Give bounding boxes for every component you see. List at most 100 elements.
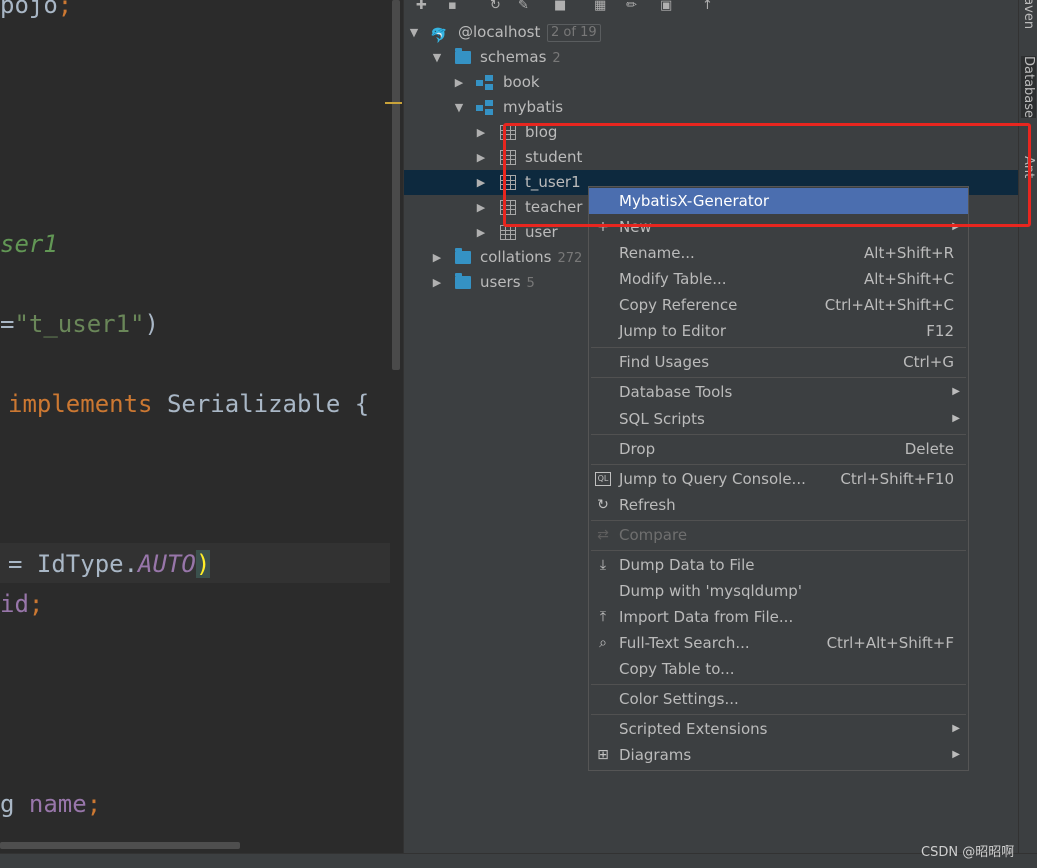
menu-item-rename[interactable]: Rename... Alt+Shift+R xyxy=(589,240,968,266)
filter-icon[interactable]: ↑ xyxy=(702,0,713,12)
menu-item-label: Copy Table to... xyxy=(619,660,735,678)
annotation-highlight-box xyxy=(503,123,1031,227)
schema-icon xyxy=(476,75,494,91)
mybatis-label: mybatis xyxy=(503,98,564,116)
code-line: implements Serializable { xyxy=(8,390,370,418)
chevron-right-icon[interactable]: ▶ xyxy=(475,195,487,220)
status-bar xyxy=(0,853,1037,868)
menu-item-find-usages[interactable]: Find Usages Ctrl+G xyxy=(589,349,968,375)
chevron-right-icon[interactable]: ▶ xyxy=(475,220,487,245)
menu-item-scripted-extensions[interactable]: Scripted Extensions ▶ xyxy=(589,716,968,742)
search-icon: ⌕ xyxy=(599,635,607,651)
menu-item-refresh[interactable]: ↻ Refresh xyxy=(589,492,968,518)
code-line: ="t_user1") xyxy=(0,310,159,338)
menu-item-color-settings[interactable]: Color Settings... xyxy=(589,686,968,712)
menu-separator xyxy=(591,464,966,465)
menu-item-shortcut: Ctrl+Shift+F10 xyxy=(840,470,954,488)
menu-item-label: Find Usages xyxy=(619,353,710,371)
collations-label: collations xyxy=(480,248,552,266)
chevron-right-icon[interactable]: ▶ xyxy=(453,70,465,95)
book-label: book xyxy=(503,73,540,91)
context-menu: MybatisX-Generator + New ▶ Rename... Alt… xyxy=(588,186,969,771)
menu-item-import-data[interactable]: ⤒ Import Data from File... xyxy=(589,604,968,630)
editor-vertical-scroll-thumb[interactable] xyxy=(392,0,400,370)
menu-item-label: Dump with 'mysqldump' xyxy=(619,582,802,600)
menu-item-label: Copy Reference xyxy=(619,296,738,314)
menu-item-label: Color Settings... xyxy=(619,690,739,708)
chevron-down-icon[interactable]: ▼ xyxy=(408,20,420,45)
menu-separator xyxy=(591,377,966,378)
code-line: pojo; xyxy=(0,0,73,19)
tree-node-book[interactable]: ▶ book xyxy=(404,70,1019,95)
menu-item-shortcut: Ctrl+G xyxy=(903,353,954,371)
menu-item-label: Jump to Editor xyxy=(619,322,727,340)
menu-item-jump-to-query-console[interactable]: QL Jump to Query Console... Ctrl+Shift+F… xyxy=(589,466,968,492)
tree-node-mybatis[interactable]: ▼ mybatis xyxy=(404,95,1019,120)
code-line: ser1 xyxy=(0,230,58,258)
menu-item-database-tools[interactable]: Database Tools ▶ xyxy=(589,379,968,405)
menu-item-label: Jump to Query Console... xyxy=(619,470,806,488)
copy-icon[interactable]: ▪ xyxy=(448,0,457,12)
users-count: 5 xyxy=(526,276,535,291)
menu-item-shortcut: F12 xyxy=(926,322,954,340)
chevron-right-icon[interactable]: ▶ xyxy=(431,270,443,295)
tree-node-schemas[interactable]: ▼ schemas 2 xyxy=(404,45,1019,70)
menu-separator xyxy=(591,347,966,348)
diagram-icon: ⊞ xyxy=(597,747,609,763)
add-icon[interactable]: ✚ xyxy=(416,0,427,12)
menu-item-sql-scripts[interactable]: SQL Scripts ▶ xyxy=(589,406,968,432)
submenu-arrow-icon: ▶ xyxy=(952,749,960,760)
console-icon[interactable]: ▣ xyxy=(660,0,672,12)
warning-stripe-marker[interactable] xyxy=(385,102,402,104)
chevron-right-icon[interactable]: ▶ xyxy=(475,120,487,145)
menu-item-copy-table[interactable]: Copy Table to... xyxy=(589,656,968,682)
menu-separator xyxy=(591,520,966,521)
folder-icon xyxy=(455,48,471,64)
menu-separator xyxy=(591,684,966,685)
chevron-right-icon[interactable]: ▶ xyxy=(475,145,487,170)
download-icon: ⤓ xyxy=(599,557,607,573)
upload-icon: ⤒ xyxy=(599,609,607,625)
users-label: users xyxy=(480,273,521,291)
menu-item-full-text-search[interactable]: ⌕ Full-Text Search... Ctrl+Alt+Shift+F xyxy=(589,630,968,656)
menu-item-drop[interactable]: Drop Delete xyxy=(589,436,968,462)
chevron-down-icon[interactable]: ▼ xyxy=(453,95,465,120)
menu-item-modify-table[interactable]: Modify Table... Alt+Shift+C xyxy=(589,266,968,292)
tab-maven[interactable]: Maven xyxy=(1021,0,1036,29)
chevron-right-icon[interactable]: ▶ xyxy=(475,170,487,195)
table-icon[interactable]: ▦ xyxy=(594,0,606,12)
refresh-icon[interactable]: ↻ xyxy=(490,0,501,12)
menu-item-label: Modify Table... xyxy=(619,270,727,288)
menu-item-label: SQL Scripts xyxy=(619,410,705,428)
code-editor[interactable]: pojo; ser1 ="t_user1") implements Serial… xyxy=(0,0,390,853)
editor-horizontal-scroll-thumb[interactable] xyxy=(0,842,240,849)
folder-icon xyxy=(455,273,471,289)
chevron-right-icon[interactable]: ▶ xyxy=(431,245,443,270)
refresh-icon: ↻ xyxy=(597,497,609,513)
menu-item-label: Full-Text Search... xyxy=(619,634,750,652)
code-line: = IdType.AUTO) xyxy=(8,550,211,578)
menu-item-label: Diagrams xyxy=(619,746,692,764)
menu-item-jump-to-editor[interactable]: Jump to Editor F12 xyxy=(589,318,968,344)
menu-item-copy-reference[interactable]: Copy Reference Ctrl+Alt+Shift+C xyxy=(589,292,968,318)
menu-item-diagrams[interactable]: ⊞ Diagrams ▶ xyxy=(589,742,968,768)
code-line: g name; xyxy=(0,790,102,818)
menu-item-compare[interactable]: ⇄ Compare xyxy=(589,522,968,548)
schemas-label: schemas xyxy=(480,48,547,66)
tree-node-localhost[interactable]: ▼ 🐬 @localhost 2 of 19 xyxy=(404,20,1019,45)
menu-item-dump-mysqldump[interactable]: Dump with 'mysqldump' xyxy=(589,578,968,604)
properties-icon[interactable]: ✎ xyxy=(518,0,529,12)
menu-item-label: Drop xyxy=(619,440,656,458)
stop-icon[interactable]: ■ xyxy=(554,0,566,12)
menu-separator xyxy=(591,714,966,715)
menu-item-label: Compare xyxy=(619,526,688,544)
menu-item-label: Import Data from File... xyxy=(619,608,794,626)
menu-item-shortcut: Delete xyxy=(904,440,954,458)
menu-item-dump-data[interactable]: ⤓ Dump Data to File xyxy=(589,552,968,578)
table-icon xyxy=(500,225,516,240)
mysql-icon: 🐬 xyxy=(430,28,448,44)
edit-icon[interactable]: ✏ xyxy=(626,0,637,12)
chevron-down-icon[interactable]: ▼ xyxy=(431,45,443,70)
collations-count: 272 xyxy=(557,251,583,266)
tab-database[interactable]: Database xyxy=(1021,56,1036,119)
